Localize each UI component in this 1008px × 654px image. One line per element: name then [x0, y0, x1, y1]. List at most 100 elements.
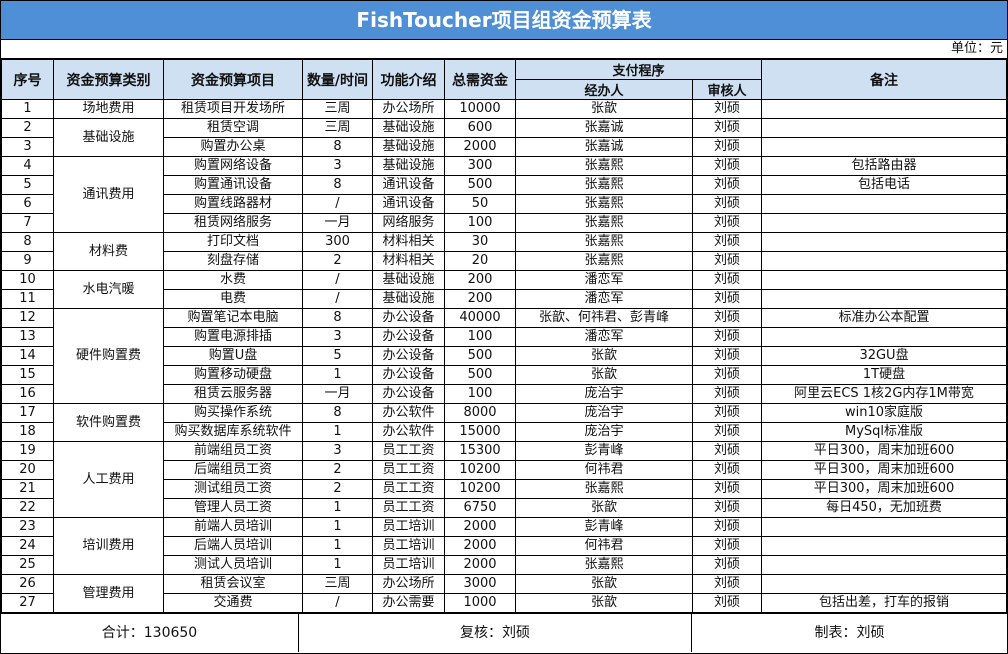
header-func[interactable]: 功能介绍: [372, 59, 445, 100]
footer-review[interactable]: 复核：刘硕: [299, 614, 692, 652]
cell-seq[interactable]: 10: [1, 270, 54, 290]
cell-handler[interactable]: 潘恋军: [515, 289, 693, 309]
cell-remark[interactable]: [761, 118, 1007, 138]
cell-handler[interactable]: 庞治宇: [515, 384, 693, 404]
cell-remark[interactable]: [761, 137, 1007, 157]
cell-total[interactable]: 500: [444, 365, 516, 385]
cell-total[interactable]: 50: [444, 194, 516, 214]
cell-handler[interactable]: 彭青峰: [515, 517, 693, 537]
cell-func[interactable]: 办公软件: [372, 422, 445, 442]
cell-handler[interactable]: 张嘉熙: [515, 194, 693, 214]
cell-remark[interactable]: [761, 270, 1007, 290]
cell-seq[interactable]: 1: [1, 99, 54, 119]
cell-func[interactable]: 员工培训: [372, 536, 445, 556]
cell-reviewer[interactable]: 刘硕: [691, 99, 763, 119]
header-qty[interactable]: 数量/时间: [302, 59, 373, 100]
cell-handler[interactable]: 庞治宇: [515, 403, 693, 423]
cell-total[interactable]: 1000: [444, 593, 516, 613]
cell-handler[interactable]: 张歆: [515, 574, 693, 594]
cell-func[interactable]: 通讯设备: [372, 175, 445, 195]
cell-func[interactable]: 员工工资: [372, 460, 445, 480]
cell-reviewer[interactable]: 刘硕: [691, 517, 763, 537]
cell-total[interactable]: 100: [444, 213, 516, 233]
cell-func[interactable]: 通讯设备: [372, 194, 445, 214]
cell-total[interactable]: 10000: [444, 99, 516, 119]
cell-remark[interactable]: [761, 194, 1007, 214]
cell-func[interactable]: 办公设备: [372, 346, 445, 366]
cell-total[interactable]: 2000: [444, 555, 516, 575]
cell-qty[interactable]: 三周: [302, 574, 373, 594]
cell-item[interactable]: 购买数据库系统软件: [163, 422, 303, 442]
cell-qty[interactable]: /: [302, 593, 373, 613]
cell-total[interactable]: 500: [444, 175, 516, 195]
cell-seq[interactable]: 17: [1, 403, 54, 423]
cell-qty[interactable]: /: [302, 194, 373, 214]
cell-reviewer[interactable]: 刘硕: [691, 479, 763, 499]
cell-remark[interactable]: win10家庭版: [761, 403, 1007, 423]
footer-total[interactable]: 合计：130650: [1, 614, 299, 652]
cell-reviewer[interactable]: 刘硕: [691, 118, 763, 138]
cell-func[interactable]: 网络服务: [372, 213, 445, 233]
cell-seq[interactable]: 9: [1, 251, 54, 271]
cell-reviewer[interactable]: 刘硕: [691, 327, 763, 347]
cell-seq[interactable]: 18: [1, 422, 54, 442]
cell-qty[interactable]: 1: [302, 498, 373, 518]
cell-handler[interactable]: 张嘉熙: [515, 232, 693, 252]
cell-seq[interactable]: 12: [1, 308, 54, 328]
cell-seq[interactable]: 11: [1, 289, 54, 309]
cell-reviewer[interactable]: 刘硕: [691, 251, 763, 271]
cell-seq[interactable]: 4: [1, 156, 54, 176]
cell-handler[interactable]: 张歆: [515, 365, 693, 385]
cell-item[interactable]: 电费: [163, 289, 303, 309]
cell-seq[interactable]: 8: [1, 232, 54, 252]
cell-func[interactable]: 材料相关: [372, 232, 445, 252]
cell-reviewer[interactable]: 刘硕: [691, 194, 763, 214]
cell-func[interactable]: 基础设施: [372, 118, 445, 138]
cell-total[interactable]: 200: [444, 270, 516, 290]
cell-seq[interactable]: 26: [1, 574, 54, 594]
cell-item[interactable]: 打印文档: [163, 232, 303, 252]
cell-handler[interactable]: 张嘉熙: [515, 175, 693, 195]
cell-qty[interactable]: 8: [302, 175, 373, 195]
cell-category[interactable]: 管理费用: [53, 574, 164, 613]
cell-item[interactable]: 购置移动硬盘: [163, 365, 303, 385]
cell-total[interactable]: 8000: [444, 403, 516, 423]
cell-seq[interactable]: 20: [1, 460, 54, 480]
header-reviewer[interactable]: 审核人: [691, 79, 763, 100]
cell-func[interactable]: 基础设施: [372, 137, 445, 157]
cell-seq[interactable]: 22: [1, 498, 54, 518]
cell-seq[interactable]: 16: [1, 384, 54, 404]
cell-seq[interactable]: 19: [1, 441, 54, 461]
header-category[interactable]: 资金预算类别: [53, 59, 164, 100]
cell-seq[interactable]: 25: [1, 555, 54, 575]
cell-reviewer[interactable]: 刘硕: [691, 422, 763, 442]
cell-category[interactable]: 软件购置费: [53, 403, 164, 442]
cell-qty[interactable]: 3: [302, 327, 373, 347]
cell-qty[interactable]: 5: [302, 346, 373, 366]
cell-func[interactable]: 基础设施: [372, 289, 445, 309]
cell-reviewer[interactable]: 刘硕: [691, 441, 763, 461]
cell-func[interactable]: 员工培训: [372, 555, 445, 575]
cell-qty[interactable]: /: [302, 270, 373, 290]
cell-qty[interactable]: 一月: [302, 213, 373, 233]
cell-remark[interactable]: [761, 289, 1007, 309]
cell-category[interactable]: 硬件购置费: [53, 308, 164, 404]
cell-func[interactable]: 办公设备: [372, 308, 445, 328]
cell-item[interactable]: 租赁云服务器: [163, 384, 303, 404]
cell-remark[interactable]: 平日300，周末加班600: [761, 460, 1007, 480]
cell-reviewer[interactable]: 刘硕: [691, 156, 763, 176]
cell-handler[interactable]: 潘恋军: [515, 327, 693, 347]
cell-qty[interactable]: 3: [302, 441, 373, 461]
cell-handler[interactable]: 彭青峰: [515, 441, 693, 461]
cell-total[interactable]: 500: [444, 346, 516, 366]
cell-item[interactable]: 前端人员培训: [163, 517, 303, 537]
cell-item[interactable]: 购置线路器材: [163, 194, 303, 214]
cell-remark[interactable]: 包括出差，打车的报销: [761, 593, 1007, 613]
cell-remark[interactable]: [761, 574, 1007, 594]
cell-total[interactable]: 2000: [444, 137, 516, 157]
cell-handler[interactable]: 何祎君: [515, 460, 693, 480]
cell-item[interactable]: 租赁项目开发场所: [163, 99, 303, 119]
cell-reviewer[interactable]: 刘硕: [691, 346, 763, 366]
cell-item[interactable]: 购置网络设备: [163, 156, 303, 176]
cell-seq[interactable]: 7: [1, 213, 54, 233]
